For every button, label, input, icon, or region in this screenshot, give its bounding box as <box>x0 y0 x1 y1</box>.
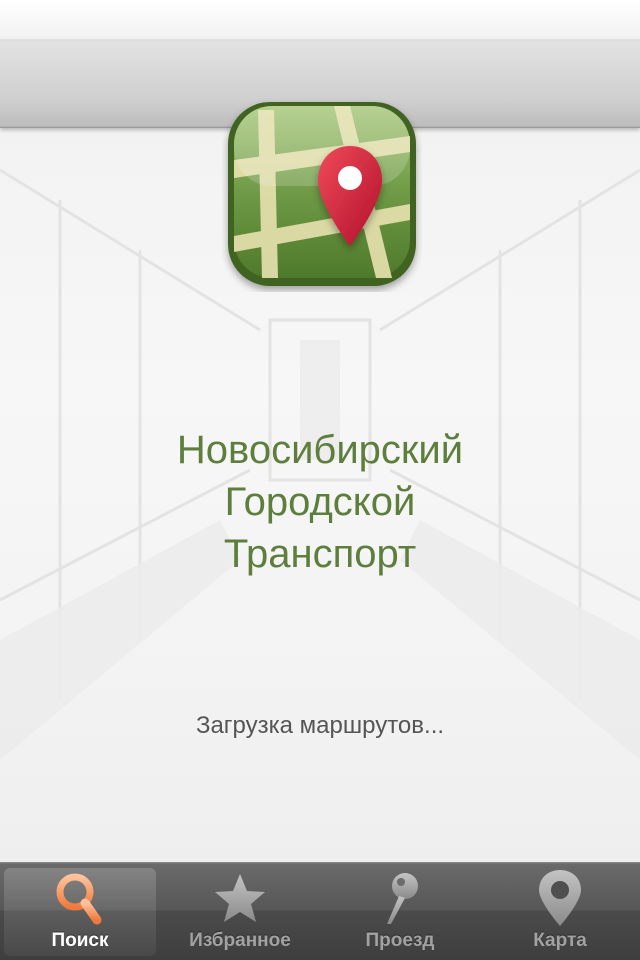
tab-fare[interactable]: Проезд <box>320 862 480 960</box>
search-icon <box>45 868 115 928</box>
map-pin-app-icon <box>222 96 422 292</box>
tab-fare-label: Проезд <box>365 930 435 951</box>
map-pin-icon <box>525 868 595 928</box>
app-title-line-2: Городской <box>224 480 416 524</box>
tab-map-label: Карта <box>533 930 587 951</box>
app-title-line-1: Новосибирский <box>176 428 464 472</box>
tab-search-label: Поиск <box>51 930 109 951</box>
tab-search[interactable]: Поиск <box>0 862 160 960</box>
star-icon <box>205 868 275 928</box>
app-title-line-3: Транспорт <box>223 532 417 576</box>
pushpin-icon <box>365 868 435 928</box>
app-title: Новосибирский Городской Транспорт <box>0 424 640 580</box>
tab-favorites[interactable]: Избранное <box>160 862 320 960</box>
tab-map[interactable]: Карта <box>480 862 640 960</box>
tab-favorites-label: Избранное <box>189 930 291 951</box>
loading-status: Загрузка маршрутов... <box>195 712 445 739</box>
tab-bar: Поиск Избранное Проезд Карта <box>0 862 640 960</box>
